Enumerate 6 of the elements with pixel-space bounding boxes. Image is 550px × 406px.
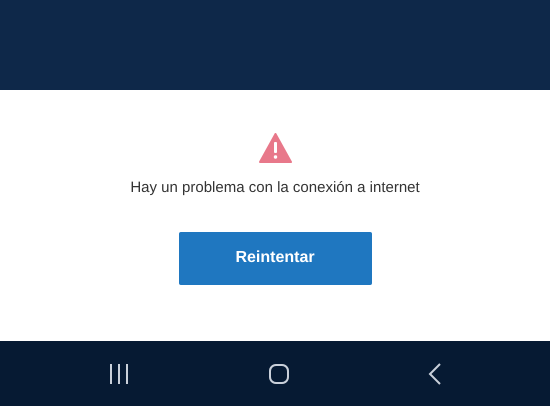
retry-button[interactable]: Reintentar (178, 232, 372, 284)
home-icon[interactable] (268, 362, 290, 384)
warning-icon (258, 133, 292, 163)
error-message: Hay un problema con la conexión a internet (130, 178, 420, 198)
back-icon[interactable] (428, 362, 442, 384)
recent-apps-icon[interactable] (108, 362, 130, 384)
